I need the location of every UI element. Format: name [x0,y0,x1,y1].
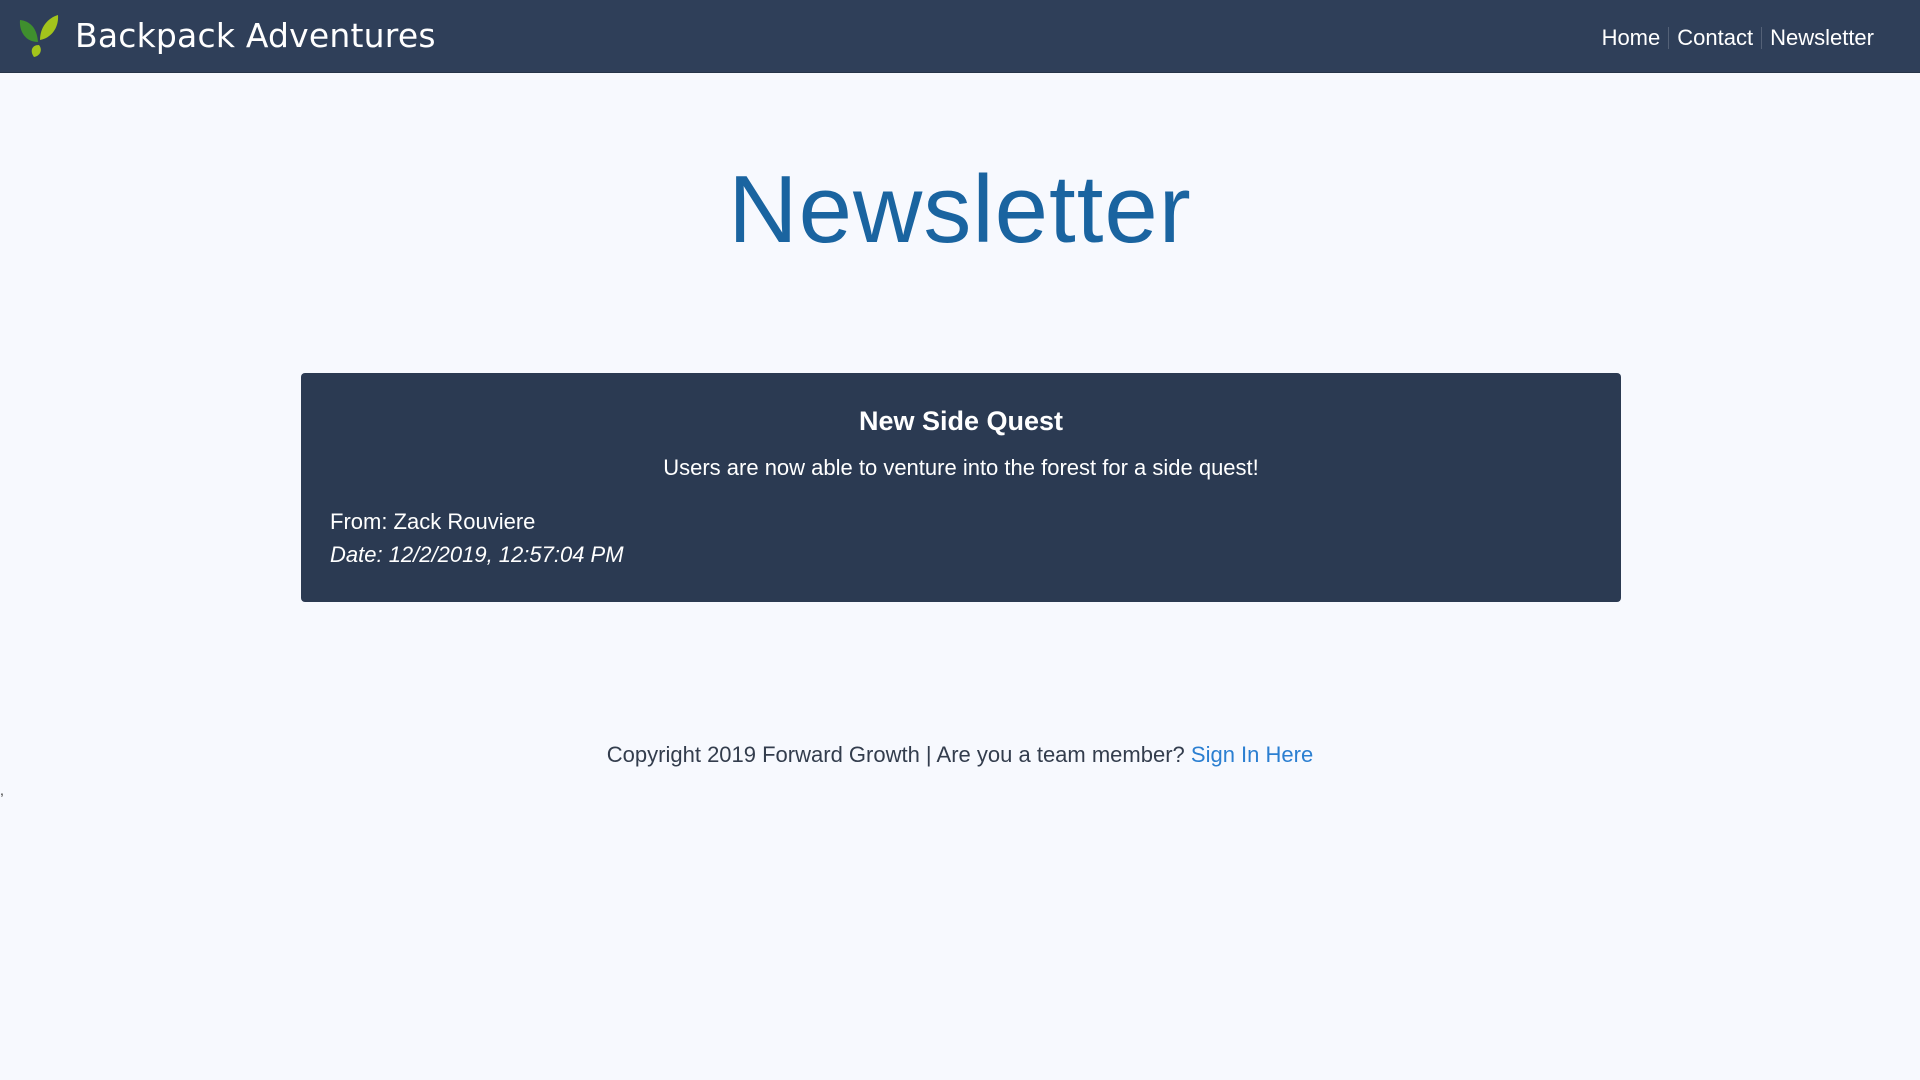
footer-copyright-text: Copyright 2019 Forward Growth | Are you … [606,742,1191,767]
stray-comma-text: , [0,782,4,798]
nav-divider [1668,27,1670,49]
page-footer: Copyright 2019 Forward Growth | Are you … [0,740,1920,770]
brand-title: Backpack Adventures [75,15,436,55]
nav-divider [1761,27,1763,49]
newsletter-card-date: Date: 12/2/2019, 12:57:04 PM [330,542,624,567]
top-navbar: Backpack Adventures Home Contact Newslet… [0,0,1920,73]
nav-home-link[interactable]: Home [1602,25,1661,51]
brand-home-link[interactable]: Backpack Adventures [18,11,436,59]
newsletter-card-body: Users are now able to venture into the f… [663,455,1259,480]
newsletter-card-title: New Side Quest [858,406,1064,436]
main-nav: Home Contact Newsletter [1602,24,1874,52]
newsletter-card-author: From: Zack Rouviere [330,509,536,534]
newsletter-card: New Side Quest Users are now able to ven… [301,373,1621,602]
leaf-logo-icon [18,12,60,58]
nav-contact-link[interactable]: Contact [1677,25,1753,51]
nav-newsletter-link[interactable]: Newsletter [1770,25,1874,51]
page-title: Newsletter [728,156,1192,263]
sign-in-link[interactable]: Sign In Here [1191,742,1313,767]
